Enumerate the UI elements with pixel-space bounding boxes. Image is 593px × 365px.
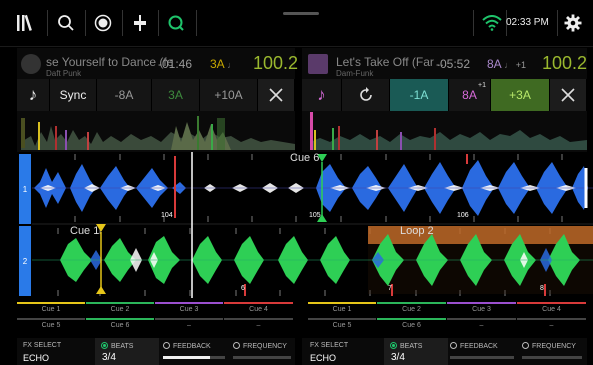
top-bar: 02:33 PM xyxy=(0,0,593,47)
time-remaining: -05:52 xyxy=(436,57,471,71)
cue-pad-1[interactable]: Cue 1 xyxy=(308,302,376,316)
cue-pad-5[interactable]: Cue 5 xyxy=(17,318,85,332)
close-icon[interactable] xyxy=(550,79,587,111)
fx-panel-2: FX SELECT ECHO BEATS 3/4 FEEDBACK FREQUE… xyxy=(302,338,587,365)
fx-select-label: FX SELECT xyxy=(310,342,349,349)
radio-on-icon xyxy=(390,342,397,349)
key-current[interactable]: 3A xyxy=(152,79,200,111)
cue-pad-8[interactable]: – xyxy=(224,318,293,332)
music-note-icon: ♪ xyxy=(317,85,326,104)
radio-off-icon xyxy=(163,342,170,349)
cue-pad-7[interactable]: – xyxy=(155,318,223,332)
cue-pad-2[interactable]: Cue 2 xyxy=(377,302,446,316)
beats-value: 3/4 xyxy=(391,352,405,363)
waveform-area[interactable]: 1 2 Cue 6 Cue 1 Loop 2 104 105 106 6 7 8 xyxy=(0,152,593,298)
cue-1-label[interactable]: Cue 1 xyxy=(70,225,99,237)
key-down-button[interactable]: -8A xyxy=(97,79,152,111)
frequency-param[interactable]: FREQUENCY xyxy=(233,342,287,350)
key-display: 3A ♩ xyxy=(210,57,237,71)
feedback-param[interactable]: FEEDBACK xyxy=(163,342,211,350)
sync-button[interactable]: Sync xyxy=(50,79,97,111)
cue-pad-5[interactable]: Cue 5 xyxy=(308,318,376,332)
time-remaining: -01:46 xyxy=(158,57,193,71)
feedback-slider[interactable] xyxy=(450,356,514,359)
music-note-icon: ♪ xyxy=(28,85,38,104)
fx-panel-1: FX SELECT ECHO BEATS 3/4 FEEDBACK FREQUE… xyxy=(17,338,295,365)
frequency-slider[interactable] xyxy=(522,356,582,359)
library-icon[interactable] xyxy=(10,6,42,40)
radio-off-icon xyxy=(522,342,529,349)
deck-2-header: Let's Take Off (Far ... Dam-Funk -05:52 … xyxy=(302,48,587,152)
beats-value: 3/4 xyxy=(102,352,116,363)
search-icon[interactable] xyxy=(50,6,82,40)
track-title: se Yourself to Dance (fe xyxy=(46,55,172,69)
album-art[interactable] xyxy=(21,54,41,74)
bpm-display: 100.2 xyxy=(253,53,299,73)
beat-number: 104 xyxy=(161,212,173,219)
radio-on-icon xyxy=(101,342,108,349)
deck-1-cue-pads: Cue 1 Cue 2 Cue 3 Cue 4 Cue 5 Cue 6 – – xyxy=(17,302,293,336)
deck-2-cue-pads: Cue 1 Cue 2 Cue 3 Cue 4 Cue 5 Cue 6 – – xyxy=(308,302,586,336)
key-lock-button[interactable]: ♪ xyxy=(17,79,50,111)
key-display: 8A ♩ +1 xyxy=(487,57,526,71)
key-up-button[interactable]: +3A xyxy=(491,79,550,111)
cue-pad-4[interactable]: Cue 4 xyxy=(224,302,293,316)
cue-pad-3[interactable]: Cue 3 xyxy=(447,302,516,316)
drag-handle[interactable] xyxy=(283,12,319,15)
frequency-slider[interactable] xyxy=(233,356,291,359)
key-up-button[interactable]: +10A xyxy=(200,79,258,111)
key-down-button[interactable]: -1A xyxy=(390,79,449,111)
clock-time: 02:33 PM xyxy=(506,17,549,28)
cue-pad-1[interactable]: Cue 1 xyxy=(17,302,85,316)
key-lock-button[interactable]: ♪ xyxy=(302,79,342,111)
beat-number: 7 xyxy=(388,285,392,292)
gear-icon[interactable] xyxy=(557,6,589,40)
beat-number: 106 xyxy=(457,212,469,219)
beats-param[interactable]: BEATS 3/4 xyxy=(95,338,159,365)
feedback-slider[interactable] xyxy=(163,356,225,359)
cue-pad-3[interactable]: Cue 3 xyxy=(155,302,223,316)
cue-pad-6[interactable]: Cue 6 xyxy=(86,318,154,332)
loop-2-label[interactable]: Loop 2 xyxy=(400,225,434,237)
track-artist: Dam-Funk xyxy=(336,69,374,78)
key-current[interactable]: 8A +1 xyxy=(449,79,491,111)
refresh-icon xyxy=(359,87,372,101)
frequency-param[interactable]: FREQUENCY xyxy=(522,342,576,350)
wifi-icon[interactable] xyxy=(476,6,508,40)
record-icon[interactable] xyxy=(87,6,119,40)
beat-number: 105 xyxy=(309,212,321,219)
radio-off-icon xyxy=(233,342,240,349)
cue-pad-7[interactable]: – xyxy=(447,318,516,332)
feedback-param[interactable]: FEEDBACK xyxy=(450,342,498,350)
radio-off-icon xyxy=(450,342,457,349)
track-artist: Daft Punk xyxy=(46,69,82,78)
sync-reset-button[interactable] xyxy=(342,79,390,111)
fx-select-label: FX SELECT xyxy=(23,342,62,349)
quantize-icon[interactable] xyxy=(160,6,192,40)
levels-icon[interactable] xyxy=(124,6,156,40)
cue-pad-8[interactable]: – xyxy=(517,318,586,332)
fx-effect-select[interactable]: ECHO xyxy=(310,353,336,363)
deck-1-header: se Yourself to Dance (fe Daft Punk -01:4… xyxy=(17,48,299,152)
beats-param[interactable]: BEATS 3/4 xyxy=(384,338,448,365)
beat-number: 8 xyxy=(540,285,544,292)
cue-6-label[interactable]: Cue 6 xyxy=(290,152,319,164)
cue-pad-2[interactable]: Cue 2 xyxy=(86,302,154,316)
fx-effect-select[interactable]: ECHO xyxy=(23,353,49,363)
close-icon[interactable] xyxy=(258,79,295,111)
bpm-display: 100.2 xyxy=(542,53,588,73)
cue-pad-4[interactable]: Cue 4 xyxy=(517,302,586,316)
overview-waveform[interactable] xyxy=(310,112,587,150)
cue-pad-6[interactable]: Cue 6 xyxy=(377,318,446,332)
beat-number: 6 xyxy=(241,285,245,292)
overview-waveform[interactable] xyxy=(21,112,295,150)
album-art[interactable] xyxy=(308,54,328,74)
